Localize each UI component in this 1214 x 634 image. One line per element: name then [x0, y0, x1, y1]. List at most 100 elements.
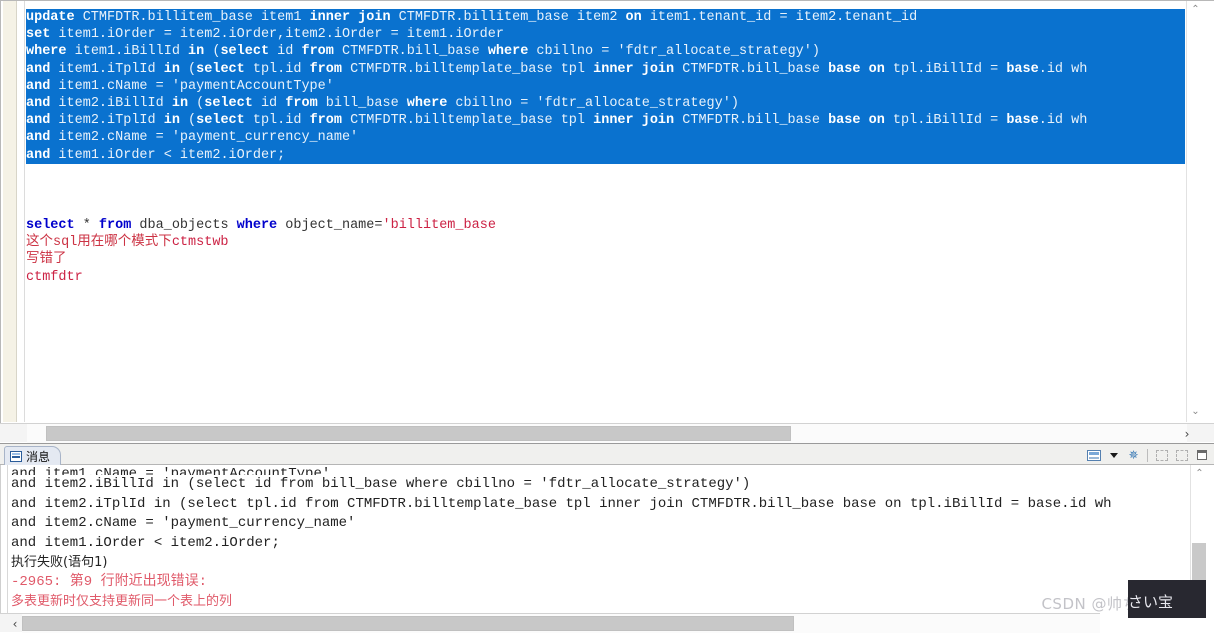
message-line: and item1.iOrder < item2.iOrder; [11, 534, 280, 551]
code-token: item2.iBillId [50, 95, 172, 111]
toolbar-divider [1147, 448, 1148, 462]
code-token: cbillno = 'fdtr_allocate_strategy') [447, 95, 739, 111]
code-token: select [26, 218, 75, 233]
note-code-line: select * from dba_objects where object_n… [26, 217, 496, 234]
editor-hscroll-track[interactable] [27, 424, 1187, 443]
code-token: set [26, 27, 51, 43]
code-token: and [26, 113, 51, 129]
sql-code-line: and item1.cName = 'paymentAccountType' [26, 78, 1185, 95]
code-token: .id wh [1038, 113, 1088, 129]
code-token: tpl.id [244, 61, 310, 77]
code-token: CTMFDTR.bill_base [674, 113, 829, 129]
editor-horizontal-scrollbar[interactable]: ‹ › [0, 423, 1214, 443]
code-token: tpl.id [244, 113, 310, 129]
message-horizontal-scrollbar[interactable]: ‹ [0, 613, 1100, 633]
message-line: and item2.cName = 'payment_currency_name… [11, 515, 356, 531]
message-line: and item2.iBillId in (select id from bil… [11, 476, 751, 492]
code-token: dba_objects [131, 218, 237, 233]
code-token: item1.iTplId [50, 61, 164, 77]
code-token: in [163, 113, 180, 129]
code-token: ( [204, 44, 221, 60]
code-token: inner join [309, 10, 391, 25]
code-token: on [868, 113, 885, 129]
window-icon[interactable] [1085, 447, 1102, 463]
code-token: item1.tenant_id = item2.tenant_id [641, 10, 918, 25]
code-token: and [26, 78, 51, 94]
message-hscroll-track[interactable] [22, 614, 1100, 633]
code-token: CTMFDTR.bill_base [333, 44, 488, 60]
code-token: select [196, 61, 245, 77]
code-token: inner join [593, 61, 675, 77]
dashed-frame-icon-2[interactable] [1173, 447, 1190, 463]
code-token: id [269, 44, 302, 60]
message-line: 执行失败(语句1) [11, 555, 108, 570]
chevron-down-icon[interactable] [1105, 447, 1122, 463]
message-line: and item1.cName = 'paymentAccountType' [11, 466, 331, 475]
code-token: 写错了 [26, 252, 67, 268]
editor-fold-gutter [18, 1, 25, 422]
code-token: from [301, 44, 334, 60]
scroll-down-arrow-icon[interactable]: ⌄ [1187, 403, 1204, 420]
message-panel-body[interactable]: and item1.cName = 'paymentAccountType' an… [0, 465, 1214, 613]
code-token: * [74, 218, 99, 233]
sql-client-window: update CTMFDTR.billitem_base item1 inner… [0, 0, 1214, 634]
code-token: item2.iTplId [50, 113, 164, 129]
sql-code-line: update CTMFDTR.billitem_base item1 inner… [26, 9, 1185, 26]
sql-code-line: where item1.iBillId in (select id from C… [26, 43, 1185, 60]
code-token: and [26, 95, 51, 111]
code-token: base [1006, 61, 1039, 77]
note-code-line: 这个sql用在哪个模式下ctmstwb [26, 234, 496, 251]
message-output-lines: and item1.cName = 'paymentAccountType' an… [11, 465, 1191, 612]
code-token: 'billitem_base [382, 218, 496, 233]
message-panel-tabbar: 消息 ✵ [0, 443, 1214, 466]
editor-code-area[interactable]: update CTMFDTR.billitem_base item1 inner… [26, 1, 1185, 422]
sql-code-line: and item1.iOrder < item2.iOrder; [26, 147, 1185, 164]
code-token: where [487, 44, 529, 60]
code-token: ( [188, 95, 205, 111]
code-token: item1.iOrder < item2.iOrder; [50, 147, 286, 163]
code-token: item1.iBillId [66, 44, 189, 60]
code-token: in [188, 44, 205, 60]
code-token: from [309, 113, 342, 129]
code-token: from [285, 95, 318, 111]
code-token: update [26, 10, 75, 25]
sql-code-line: set item1.iOrder = item2.iOrder,item2.iO… [26, 26, 1185, 43]
code-token: base [828, 61, 861, 77]
code-token: where [406, 95, 448, 111]
code-token: in [171, 95, 189, 111]
message-line: 多表更新时仅支持更新同一个表上的列 [11, 594, 233, 609]
tab-messages-label: 消息 [26, 450, 51, 464]
selected-sql-statement[interactable]: update CTMFDTR.billitem_base item1 inner… [26, 9, 1185, 164]
sql-code-line: and item1.iTplId in (select tpl.id from … [26, 61, 1185, 78]
sql-editor-pane: update CTMFDTR.billitem_base item1 inner… [0, 0, 1214, 443]
code-token: 这个sql用在哪个模式下 [26, 235, 172, 251]
restore-window-icon[interactable] [1193, 447, 1210, 463]
code-token: tpl.iBillId = [884, 113, 1007, 129]
message-hscroll-thumb[interactable] [22, 616, 794, 631]
dashed-frame-icon[interactable] [1153, 447, 1170, 463]
note-code-line: 写错了 [26, 251, 496, 268]
code-token: ctmstwb [171, 235, 229, 251]
tab-messages[interactable]: 消息 [4, 446, 62, 466]
editor-vertical-scrollbar[interactable]: ⌃ ⌄ [1186, 1, 1203, 422]
code-token: CTMFDTR.billitem_base item1 [74, 10, 310, 25]
code-token: on [868, 61, 885, 77]
code-token: on [625, 10, 642, 25]
scroll-up-arrow-icon[interactable]: ⌃ [1187, 1, 1204, 18]
sql-code-line: and item2.iBillId in (select id from bil… [26, 95, 1185, 112]
code-token: item1.cName = 'paymentAccountType' [50, 78, 334, 94]
code-token: bill_base [317, 95, 407, 111]
code-token: where [26, 44, 67, 60]
secondary-sql-notes-block[interactable]: select * from dba_objects where object_n… [26, 217, 496, 286]
clear-brush-icon[interactable]: ✵ [1125, 447, 1142, 463]
code-token: select [220, 44, 270, 60]
code-token: and [26, 147, 51, 163]
editor-left-margin-strip [3, 1, 17, 422]
code-token: and [26, 61, 51, 77]
code-token: base [828, 113, 861, 129]
scroll-right-arrow-icon[interactable]: › [1176, 424, 1198, 443]
editor-hscroll-thumb[interactable] [46, 426, 791, 441]
message-scroll-up-arrow-icon[interactable]: ⌃ [1191, 465, 1208, 482]
